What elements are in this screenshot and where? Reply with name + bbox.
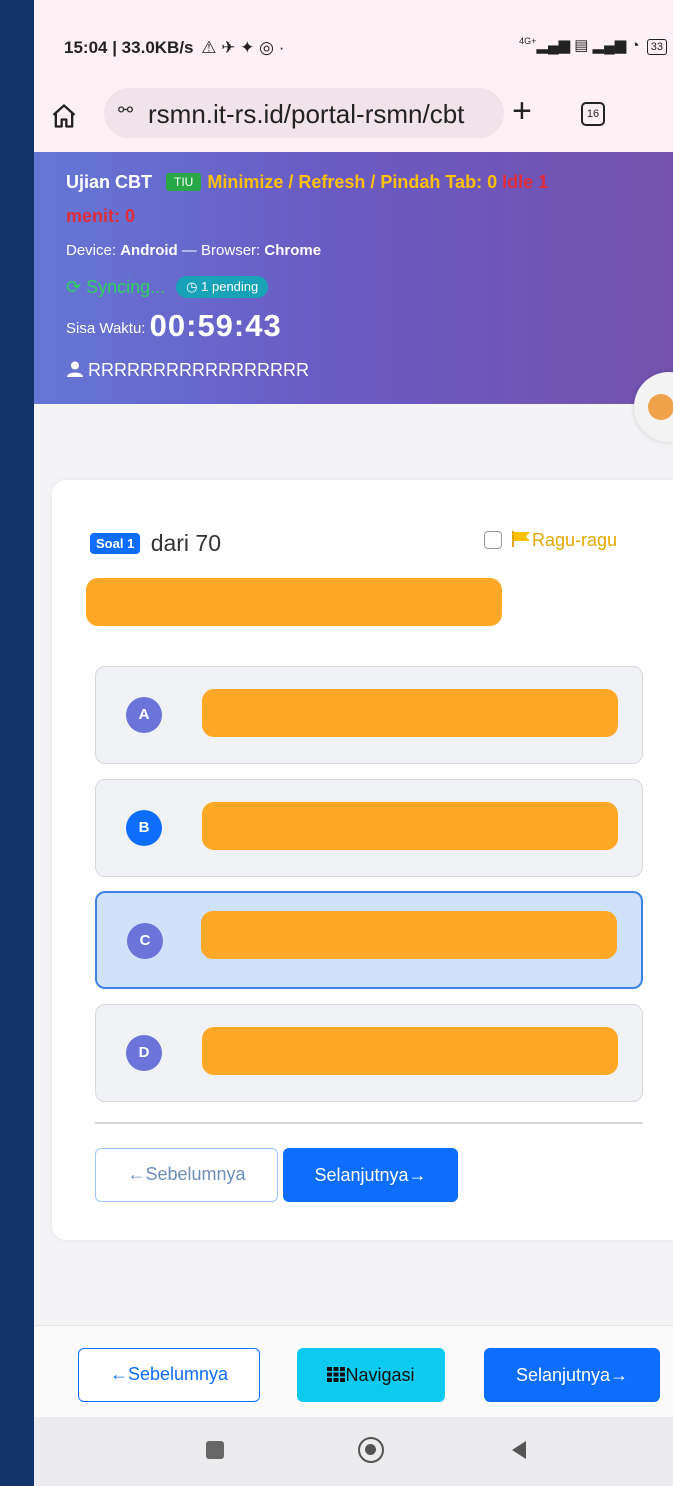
option-letter: A (126, 697, 162, 733)
pending-text: 1 pending (201, 279, 259, 294)
home-icon[interactable] (50, 102, 78, 130)
previous-label: Sebelumnya (145, 1164, 246, 1184)
status-bar: 15:04 | 33.0KB/s ⚠ ✈ ✦ ◎ · 4G+▂▄▆ ▤ ▂▄▆ … (34, 0, 673, 80)
option-text-redacted (201, 911, 617, 959)
question-card: Soal 1 dari 70 Ragu-ragu A B C D ←Sebelu… (52, 480, 673, 1240)
timer-value: 00:59:43 (149, 308, 282, 343)
arrow-left-icon: ← (127, 1164, 146, 1184)
status-time: 15:04 | 33.0KB/s ⚠ ✈ ✦ ◎ · (64, 38, 284, 58)
option-text-redacted (202, 689, 618, 737)
next-button[interactable]: Selanjutnya→ (283, 1148, 458, 1202)
question-text-redacted (86, 578, 502, 626)
option-text-redacted (202, 1027, 618, 1075)
remaining-time: Sisa Waktu: 00:59:43 (66, 308, 282, 344)
option-b[interactable]: B (95, 779, 643, 877)
device-info: Device: Android — Browser: Chrome (66, 242, 321, 259)
notification-icons: ⚠ ✈ ✦ ◎ · (201, 38, 285, 57)
flag-icon (512, 531, 530, 547)
option-letter: C (127, 923, 163, 959)
question-badge: Soal 1 (90, 533, 141, 554)
user-info: RRRRRRRRRRRRRRRRR (66, 360, 309, 381)
previous-button[interactable]: ←Sebelumnya (95, 1148, 278, 1202)
status-time-text: 15:04 | 33.0KB/s (64, 38, 194, 57)
timer-label: Sisa Waktu: (66, 320, 146, 337)
recent-apps-icon[interactable] (206, 1441, 224, 1459)
option-d[interactable]: D (95, 1004, 643, 1102)
idle-counter-part1: Idle 1 (502, 172, 549, 192)
ragu-toggle[interactable]: Ragu-ragu (484, 530, 617, 551)
battery-icon: 33 (646, 39, 667, 55)
android-home-icon[interactable] (358, 1437, 384, 1463)
bottom-navigation-bar: ←Sebelumnya Navigasi Selanjutnya→ (34, 1325, 673, 1417)
arrow-left-icon: ← (109, 1364, 128, 1384)
exam-title: Ujian CBT (66, 172, 153, 192)
exam-header: Ujian CBT TIU Minimize / Refresh / Pindah … (34, 152, 673, 404)
url-text[interactable]: rsmn.it-rs.id/portal-rsmn/cbt (148, 99, 493, 130)
ragu-checkbox[interactable] (484, 531, 502, 549)
option-c[interactable]: C (95, 891, 643, 989)
navigation-label: Navigasi (345, 1365, 415, 1385)
option-letter: B (126, 810, 162, 846)
option-a[interactable]: A (95, 666, 643, 764)
device-value: Android (120, 242, 178, 259)
more-menu-icon[interactable]: ⋮ (661, 89, 673, 117)
arrow-right-icon: → (408, 1165, 427, 1185)
phone-screen: 15:04 | 33.0KB/s ⚠ ✈ ✦ ◎ · 4G+▂▄▆ ▤ ▂▄▆ … (34, 0, 673, 1486)
navigation-button[interactable]: Navigasi (297, 1348, 445, 1402)
tab-switcher-icon[interactable]: 16 (581, 102, 605, 126)
question-total: dari 70 (150, 530, 222, 556)
bottom-previous-button[interactable]: ←Sebelumnya (78, 1348, 260, 1402)
site-settings-icon[interactable]: ⚯ (118, 100, 133, 121)
idle-counter-part2: menit: 0 (66, 206, 136, 226)
browser-label: — Browser: (181, 242, 261, 259)
sync-icon: ⟳ (66, 277, 82, 297)
user-icon (67, 361, 83, 377)
signal-icon: ▂▄▆ ▤ ▂▄▆ ◔ (536, 37, 640, 54)
bottom-next-button[interactable]: Selanjutnya→ (484, 1348, 660, 1402)
option-letter: D (126, 1035, 162, 1071)
option-text-redacted (202, 802, 618, 850)
android-navigation-bar (34, 1417, 673, 1486)
browser-toolbar: ⚯ rsmn.it-rs.id/portal-rsmn/cbt + 16 ⋮ (34, 80, 673, 152)
clock-icon: ◷ (186, 279, 198, 294)
address-bar[interactable]: ⚯ rsmn.it-rs.id/portal-rsmn/cbt (104, 88, 504, 138)
arrow-right-icon: → (610, 1365, 629, 1385)
ragu-label[interactable]: Ragu-ragu (532, 530, 617, 550)
user-name: RRRRRRRRRRRRRRRRR (88, 360, 309, 380)
network-type: 4G+ (519, 36, 537, 46)
back-icon[interactable] (512, 1441, 526, 1459)
bottom-next-label: Selanjutnya (515, 1365, 611, 1385)
next-label: Selanjutnya (314, 1165, 409, 1185)
divider (95, 1122, 643, 1124)
sync-text: Syncing... (86, 277, 166, 297)
pending-badge: ◷ 1 pending (176, 276, 269, 298)
grid-icon (327, 1367, 346, 1382)
avatar-icon (648, 394, 673, 420)
browser-value: Chrome (264, 242, 322, 259)
status-indicators: 4G+▂▄▆ ▤ ▂▄▆ ◔ 33 (519, 36, 667, 55)
header-line-1: Ujian CBT TIU Minimize / Refresh / Pindah … (66, 172, 548, 193)
sync-status: ⟳ Syncing... ◷ 1 pending (66, 276, 269, 298)
tab-switch-warning: Minimize / Refresh / Pindah Tab: 0 (207, 172, 498, 192)
subject-badge: TIU (166, 173, 202, 191)
new-tab-icon[interactable]: + (512, 92, 532, 131)
device-label: Device: (66, 242, 117, 259)
bottom-previous-label: Sebelumnya (127, 1364, 229, 1384)
question-number: Soal 1 dari 70 (90, 530, 221, 557)
